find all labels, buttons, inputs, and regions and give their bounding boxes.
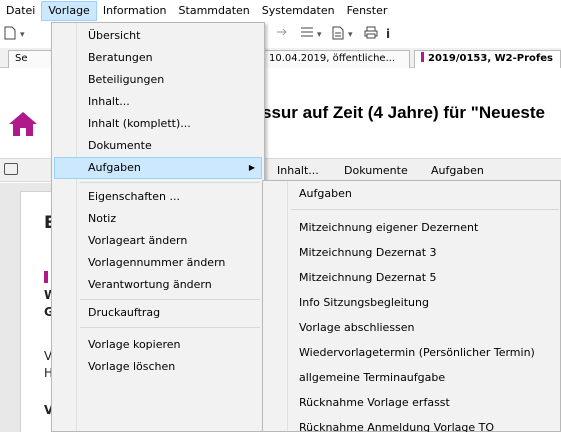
submenu-item-vorlage-abschliessen[interactable]: Vorlage abschliessen — [265, 317, 560, 339]
menu-item-druckauftrag[interactable]: Druckauftrag — [54, 302, 262, 324]
menu-item-vorlage-loeschen[interactable]: Vorlage löschen — [54, 356, 262, 378]
submenu-item-mitzeichnung-eigener-dezernent[interactable]: Mitzeichnung eigener Dezernent — [265, 217, 560, 239]
menu-item-dokumente[interactable]: Dokumente — [54, 135, 262, 157]
submenu-item-info-sitzungsbegleitung[interactable]: Info Sitzungsbegleitung — [265, 292, 560, 314]
menu-item-inhalt[interactable]: Inhalt... — [54, 91, 262, 113]
menu-item-vorlagennummer-aendern[interactable]: Vorlagennummer ändern — [54, 252, 262, 274]
subbar-aufgaben[interactable]: Aufgaben — [431, 164, 484, 177]
menu-vorlage[interactable]: Vorlage — [41, 1, 97, 21]
submenu-separator — [291, 209, 559, 210]
document-dropdown-icon[interactable]: ▾ — [348, 30, 353, 40]
menu-stammdaten[interactable]: Stammdaten — [173, 1, 256, 21]
submenu-item-ruecknahme-vorlage-erfasst[interactable]: Rücknahme Vorlage erfasst — [265, 392, 560, 414]
chevron-down-icon[interactable]: ▾ — [20, 30, 25, 40]
menu-item-vorlage-kopieren[interactable]: Vorlage kopieren — [54, 334, 262, 356]
menu-item-beteiligungen[interactable]: Beteiligungen — [54, 69, 262, 91]
menu-separator — [80, 299, 260, 300]
menu-datei[interactable]: Datei — [0, 1, 41, 21]
tab-label: Se — [15, 53, 28, 64]
tab-marker — [421, 52, 424, 62]
comment-icon[interactable] — [4, 163, 18, 175]
submenu-item-wiedervorlagetermin[interactable]: Wiedervorlagetermin (Persönlicher Termin… — [265, 342, 560, 364]
submenu-item-mitzeichnung-dezernat-3[interactable]: Mitzeichnung Dezernat 3 — [265, 242, 560, 264]
menu-item-verantwortung-aendern[interactable]: Verantwortung ändern — [54, 274, 262, 296]
menu-information[interactable]: Information — [97, 1, 173, 21]
list-dropdown-icon[interactable]: ▾ — [317, 30, 322, 40]
submenu-arrow-icon: ▶ — [248, 163, 255, 172]
vorlage-menu: Übersicht Beratungen Beteiligungen Inhal… — [51, 22, 265, 432]
menu-item-eigenschaften[interactable]: Eigenschaften ... — [54, 186, 262, 208]
menu-item-vorlageart-aendern[interactable]: Vorlageart ändern — [54, 230, 262, 252]
menu-fenster[interactable]: Fenster — [341, 1, 394, 21]
page-title: ssur auf Zeit (4 Jahre) für "Neueste — [262, 103, 545, 122]
submenu-item-mitzeichnung-dezernat-5[interactable]: Mitzeichnung Dezernat 5 — [265, 267, 560, 289]
menubar: Datei Vorlage Information Stammdaten Sys… — [0, 0, 561, 22]
tab-label: 10.04.2019, öffentliche... — [269, 53, 396, 64]
subbar-inhalt[interactable]: Inhalt... — [277, 164, 319, 177]
menu-item-notiz[interactable]: Notiz — [54, 208, 262, 230]
tab-vorlage[interactable]: 2019/0153, W2-Profes — [414, 50, 561, 68]
info-icon[interactable]: i — [386, 27, 390, 41]
tab-sitzung[interactable]: 10.04.2019, öffentliche... — [262, 50, 410, 68]
subbar-dokumente[interactable]: Dokumente — [344, 164, 408, 177]
menu-item-uebersicht[interactable]: Übersicht — [54, 25, 262, 47]
submenu-item-aufgaben[interactable]: Aufgaben — [265, 183, 560, 205]
menu-item-beratungen[interactable]: Beratungen — [54, 47, 262, 69]
document-icon[interactable] — [332, 26, 344, 44]
tab-label: 2019/0153, W2-Profes — [428, 53, 553, 64]
menu-systemdaten[interactable]: Systemdaten — [256, 1, 341, 21]
menu-separator — [80, 327, 260, 328]
submenu-item-ruecknahme-anmeldung-vorlage-to[interactable]: Rücknahme Anmeldung Vorlage TO — [265, 417, 560, 432]
list-icon[interactable] — [300, 26, 314, 42]
print-icon[interactable] — [364, 26, 378, 43]
menu-item-label: Aufgaben — [88, 161, 141, 174]
menu-item-inhalt-komplett[interactable]: Inhalt (komplett)... — [54, 113, 262, 135]
submenu-item-allgemeine-terminaufgabe[interactable]: allgemeine Terminaufgabe — [265, 367, 560, 389]
accent-marker — [44, 271, 48, 283]
new-document-icon[interactable] — [4, 26, 16, 44]
aufgaben-submenu: Aufgaben Mitzeichnung eigener Dezernent … — [262, 180, 561, 432]
forward-arrow-icon[interactable] — [276, 26, 288, 42]
menu-item-aufgaben[interactable]: Aufgaben ▶ — [54, 157, 262, 179]
home-icon[interactable] — [8, 111, 38, 137]
menu-separator — [80, 182, 260, 183]
